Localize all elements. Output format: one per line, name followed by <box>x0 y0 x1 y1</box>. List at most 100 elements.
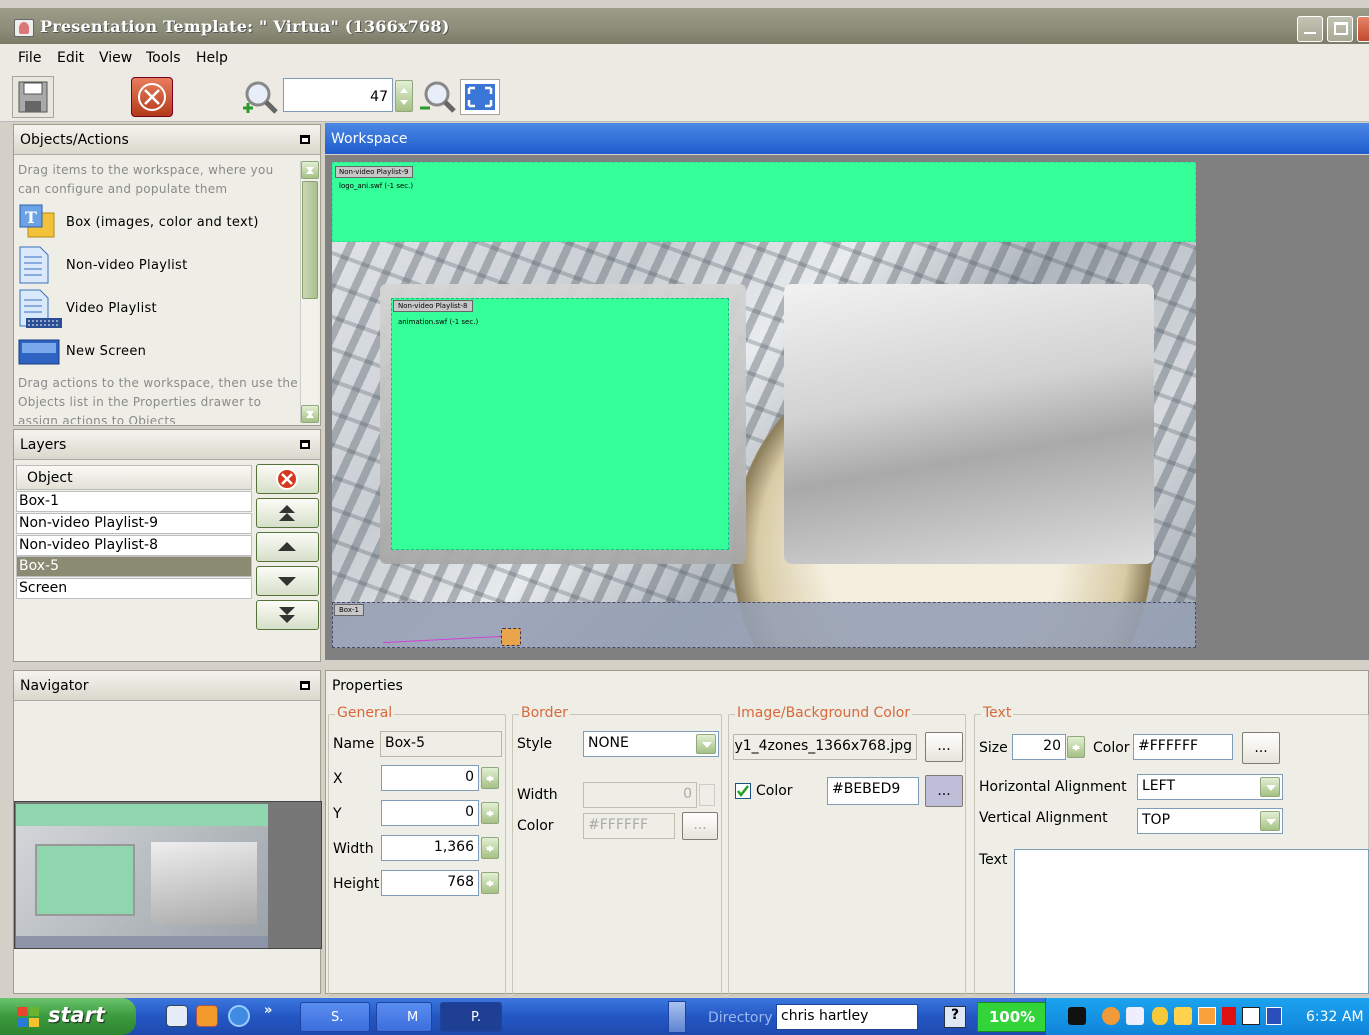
objects-panel-title: Objects/Actions <box>20 132 129 148</box>
tray-shield-icon[interactable] <box>1266 1007 1282 1025</box>
help-icon[interactable]: ? <box>944 1006 966 1028</box>
tray-back-icon[interactable] <box>1102 1007 1120 1025</box>
border-style-dropdown-icon[interactable] <box>696 734 716 754</box>
video-playlist-icon[interactable] <box>18 288 64 330</box>
quicklaunch-more-icon[interactable]: » <box>264 1003 272 1018</box>
taskbar-item-s[interactable]: S. <box>300 1002 370 1032</box>
quicklaunch-clock-icon[interactable] <box>196 1005 218 1027</box>
text-size-field[interactable]: 20 <box>1012 734 1066 760</box>
tray-user-icon[interactable] <box>1152 1007 1168 1025</box>
menu-view[interactable]: View <box>99 50 132 66</box>
close-template-button[interactable] <box>131 77 173 117</box>
zoom-out-button[interactable] <box>417 78 457 116</box>
y-field[interactable]: 0 <box>381 800 479 826</box>
image-file-field[interactable]: ey1_4zones_1366x768.jpg <box>733 734 917 760</box>
height-stepper[interactable] <box>481 872 499 894</box>
close-button[interactable] <box>1357 16 1369 42</box>
scroll-up-icon[interactable] <box>301 161 319 179</box>
tray-folder-icon[interactable] <box>1174 1007 1192 1025</box>
halign-dropdown-icon[interactable] <box>1260 777 1280 797</box>
tray-plug-icon[interactable] <box>1068 1007 1086 1025</box>
bg-color-picker-button[interactable]: ... <box>925 775 963 807</box>
quicklaunch-ie-icon[interactable] <box>228 1005 250 1027</box>
menu-help[interactable]: Help <box>196 50 228 66</box>
menu-tools[interactable]: Tools <box>146 50 181 66</box>
delete-layer-button[interactable] <box>256 464 319 494</box>
zoom-input[interactable]: 47 <box>283 78 393 112</box>
valign-dropdown-icon[interactable] <box>1260 811 1280 831</box>
border-color-field[interactable]: #FFFFFF <box>583 813 675 839</box>
box-icon[interactable]: T <box>18 203 58 241</box>
name-field[interactable]: Box-5 <box>380 731 502 757</box>
zone-bottom[interactable]: Box-1 <box>332 602 1196 648</box>
objects-panel-maximize-icon[interactable] <box>300 135 310 144</box>
tray-flag-icon[interactable] <box>1222 1007 1236 1025</box>
navigator-panel-maximize-icon[interactable] <box>300 681 310 690</box>
tray-calendar-icon[interactable] <box>1198 1007 1216 1025</box>
quicklaunch-browser-icon[interactable] <box>166 1005 188 1027</box>
layer-row-screen[interactable]: Screen <box>16 578 252 599</box>
menu-edit[interactable]: Edit <box>57 50 84 66</box>
y-stepper[interactable] <box>481 802 499 824</box>
fit-screen-button[interactable] <box>460 79 500 115</box>
x-stepper[interactable] <box>481 767 499 789</box>
image-browse-button[interactable]: ... <box>925 732 963 762</box>
objects-hint-top: Drag items to the workspace, where you c… <box>18 163 274 196</box>
border-width-field[interactable]: 0 <box>583 782 697 808</box>
nav-zone-bottom <box>16 936 268 948</box>
scroll-down-icon[interactable] <box>301 405 319 423</box>
border-color-picker-button[interactable]: ... <box>682 812 718 840</box>
layer-row-box-1[interactable]: Box-1 <box>16 491 252 512</box>
zoom-in-button[interactable] <box>240 78 280 116</box>
object-item-box[interactable]: Box (images, color and text) <box>66 215 259 230</box>
layers-column-header[interactable]: Object <box>16 465 252 490</box>
width-stepper[interactable] <box>481 837 499 859</box>
zone-top[interactable]: Non-video Playlist-9 logo_ani.swf (-1 se… <box>332 162 1196 242</box>
taskbar-item-p[interactable]: P. <box>440 1002 502 1032</box>
move-down-button[interactable] <box>256 566 319 596</box>
windows-logo-icon <box>16 1006 40 1028</box>
text-area[interactable] <box>1014 849 1369 994</box>
screen-canvas[interactable]: Non-video Playlist-9 logo_ani.swf (-1 se… <box>332 162 1196 648</box>
border-width-stepper[interactable] <box>699 784 715 806</box>
zoom-stepper[interactable] <box>395 80 413 112</box>
move-to-top-button[interactable] <box>256 498 319 528</box>
scroll-thumb[interactable] <box>302 181 318 299</box>
menu-file[interactable]: File <box>18 50 41 66</box>
layer-row-non-video-playlist-9[interactable]: Non-video Playlist-9 <box>16 513 252 534</box>
color-checkbox[interactable] <box>735 783 751 799</box>
object-item-non-video-playlist[interactable]: Non-video Playlist <box>66 258 188 273</box>
zoom-indicator[interactable]: 100% <box>977 1002 1047 1032</box>
object-item-video-playlist[interactable]: Video Playlist <box>66 301 157 316</box>
box-5-frame[interactable] <box>784 284 1154 564</box>
text-color-field[interactable]: #FFFFFF <box>1133 734 1233 760</box>
layer-row-box-5[interactable]: Box-5 <box>16 556 252 577</box>
directory-input[interactable]: chris hartley <box>776 1004 918 1030</box>
object-item-new-screen[interactable]: New Screen <box>66 344 146 359</box>
taskbar-item-m[interactable]: M <box>376 1002 432 1032</box>
height-field[interactable]: 768 <box>381 870 479 896</box>
move-to-bottom-button[interactable] <box>256 600 319 630</box>
text-color-picker-button[interactable]: ... <box>1242 732 1280 764</box>
navigator-preview[interactable] <box>14 801 322 949</box>
layer-row-non-video-playlist-8[interactable]: Non-video Playlist-8 <box>16 535 252 556</box>
action-icon[interactable] <box>501 628 521 646</box>
objects-scrollbar[interactable] <box>300 161 319 423</box>
navigator-panel-title: Navigator <box>20 678 89 694</box>
zone-middle[interactable]: Non-video Playlist-8 animation.swf (-1 s… <box>391 298 729 550</box>
bg-color-field[interactable]: #BEBED9 <box>827 777 919 805</box>
text-size-label: Size <box>979 740 1008 756</box>
tray-monitor-icon[interactable] <box>1242 1007 1260 1025</box>
save-button[interactable] <box>12 76 54 118</box>
x-field[interactable]: 0 <box>381 765 479 791</box>
text-size-stepper[interactable] <box>1067 736 1085 758</box>
width-field[interactable]: 1,366 <box>381 835 479 861</box>
minimize-button[interactable] <box>1297 16 1323 42</box>
move-up-button[interactable] <box>256 532 319 562</box>
tray-network-icon[interactable] <box>1126 1007 1144 1025</box>
new-screen-icon[interactable] <box>18 337 60 367</box>
playlist-icon[interactable] <box>18 245 58 285</box>
layers-panel-maximize-icon[interactable] <box>300 440 310 449</box>
taskbar-scroll-icon[interactable] <box>668 1001 686 1033</box>
maximize-button[interactable] <box>1327 16 1353 42</box>
